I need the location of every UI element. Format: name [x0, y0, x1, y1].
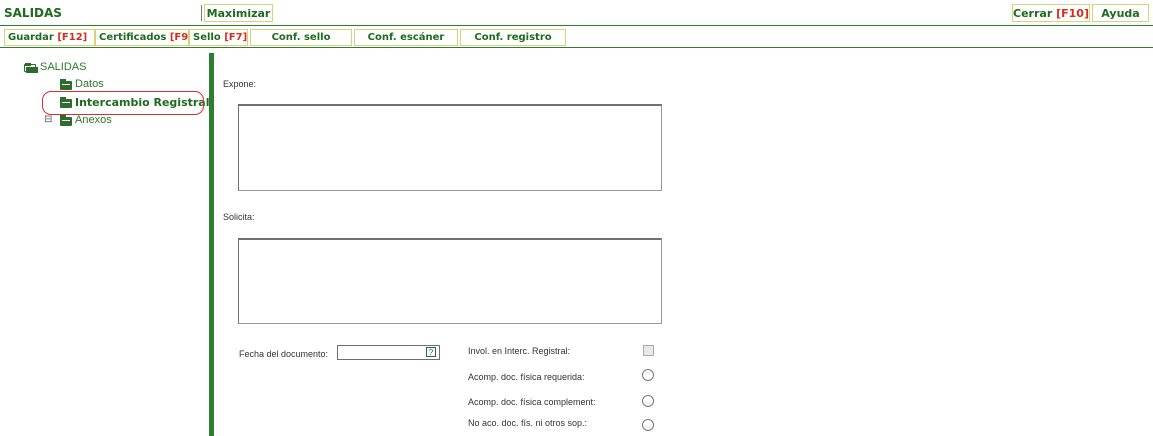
- selection-highlight: [42, 91, 204, 115]
- certificates-button[interactable]: Certificados [F9]: [95, 29, 193, 46]
- save-button[interactable]: Guardar [F12]: [4, 29, 95, 46]
- maximize-label: Maximizar: [206, 7, 271, 20]
- save-label: Guardar: [8, 32, 54, 43]
- close-label: Cerrar: [1013, 7, 1053, 20]
- collapse-icon[interactable]: ⊟: [44, 114, 52, 125]
- tree-item-datos[interactable]: Datos: [75, 78, 104, 90]
- acomp-requerida-radio[interactable]: [642, 369, 654, 381]
- tree-item-anexos[interactable]: Anexos: [75, 114, 112, 126]
- conf-scanner-label: Conf. escáner: [367, 32, 445, 43]
- conf-registry-label: Conf. registro: [474, 32, 552, 43]
- tree-root-salidas[interactable]: SALIDAS: [40, 61, 86, 73]
- help-label: Ayuda: [1101, 7, 1140, 20]
- expone-label: Expone:: [223, 79, 257, 89]
- conf-registry-button[interactable]: Conf. registro: [460, 29, 566, 46]
- help-button[interactable]: Ayuda: [1092, 4, 1149, 22]
- option-label-invol: Invol. en Interc. Registral:: [468, 346, 571, 356]
- window-title: SALIDAS: [4, 6, 62, 20]
- close-button[interactable]: Cerrar [F10]: [1012, 4, 1090, 22]
- option-label-acomp-complement: Acomp. doc. física complement:: [468, 397, 596, 407]
- conf-seal-button[interactable]: Conf. sello: [250, 29, 352, 46]
- toolbar-divider: [0, 47, 1153, 48]
- solicita-label: Solicita:: [223, 212, 255, 222]
- top-bar-divider: [0, 25, 1153, 26]
- acomp-complement-radio[interactable]: [642, 395, 654, 407]
- invol-checkbox[interactable]: [643, 345, 654, 356]
- fecha-input[interactable]: [337, 345, 440, 360]
- panel-accent-bar: [209, 53, 214, 436]
- conf-scanner-button[interactable]: Conf. escáner: [354, 29, 458, 46]
- maximize-button[interactable]: Maximizar: [204, 4, 273, 22]
- datos-folder-icon: [60, 79, 72, 90]
- expone-textarea[interactable]: [238, 104, 662, 191]
- close-shortcut: [F10]: [1056, 7, 1089, 20]
- anexos-folder-icon: [60, 115, 72, 126]
- conf-seal-label: Conf. sello: [271, 32, 331, 43]
- option-label-no-aco: No aco. doc. fís. ni otros sop.:: [468, 418, 588, 428]
- solicita-textarea[interactable]: [238, 238, 662, 324]
- title-separator: [201, 5, 202, 21]
- seal-shortcut: [F7]: [224, 32, 248, 43]
- certificates-label: Certificados: [99, 32, 167, 43]
- seal-button[interactable]: Sello [F7]: [189, 29, 248, 46]
- root-folder-icon: [22, 62, 38, 73]
- option-label-acomp-requerida: Acomp. doc. física requerida:: [468, 372, 585, 382]
- calendar-icon[interactable]: ?: [426, 347, 436, 357]
- top-bar: SALIDAS Maximizar Cerrar [F10] Ayuda: [0, 0, 1153, 26]
- save-shortcut: [F12]: [57, 32, 88, 43]
- fecha-label: Fecha del documento:: [239, 349, 329, 359]
- seal-label: Sello: [193, 32, 221, 43]
- no-aco-radio[interactable]: [642, 419, 654, 431]
